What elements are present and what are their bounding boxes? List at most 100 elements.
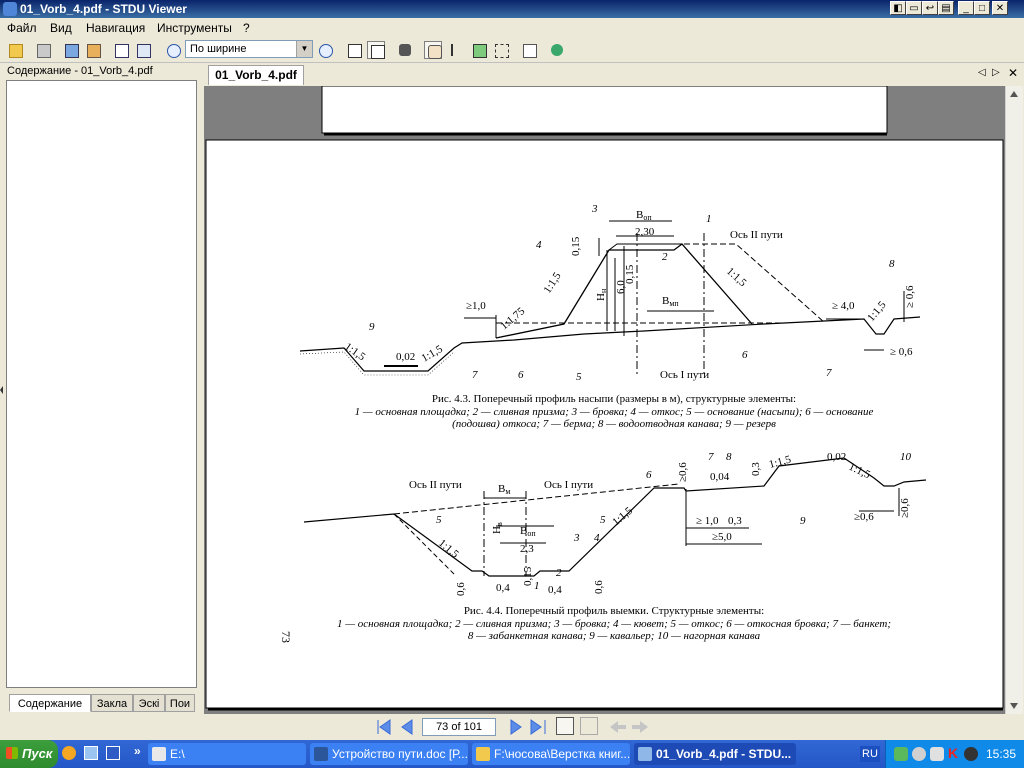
label-num-5: 5 [576,371,582,383]
task-word-document[interactable]: Устройство пути.doc [Р... [310,743,468,765]
two-page-view-button[interactable] [580,717,598,735]
left-panel-header: Содержание - 01_Vorb_4.pdf [7,65,153,77]
note-icon[interactable]: ▤ [938,1,954,15]
label-cut-06a: 0,6 [455,582,467,596]
maximize-button[interactable]: □ [974,1,990,15]
tab-prev-icon[interactable]: ◁ [978,67,986,78]
start-button[interactable]: Пуск [0,740,58,768]
label-axis1: Ось I пути [660,369,709,381]
menu-tools[interactable]: Инструменты [157,21,232,35]
label-slope-002: 0,02 [396,351,415,363]
tab-close-icon[interactable]: ✕ [1008,66,1018,80]
label-num-9: 9 [369,321,375,333]
vertical-scrollbar[interactable] [1005,86,1023,714]
desktop-quicklaunch-icon[interactable] [84,746,98,760]
web-update-icon[interactable] [548,41,566,59]
open-folder-icon[interactable] [6,41,24,59]
zoom-select[interactable]: По ширине ▼ [185,40,313,58]
label-cut-num-1: 1 [534,580,540,592]
minimize-button[interactable]: _ [958,1,974,15]
task-label: F:\носова\Верстка книг... [494,747,630,761]
find-binoculars-icon[interactable] [396,41,414,59]
tab-contents[interactable]: Содержание [9,694,91,712]
export-text-icon[interactable] [84,41,102,59]
print-icon[interactable] [34,41,52,59]
app-tray-icon[interactable] [964,747,978,761]
view-mode-icon[interactable]: ◧ [890,1,906,15]
toolbar: По ширине ▼ [0,38,1024,63]
task-label: Устройство пути.doc [Р... [332,747,468,761]
label-num-7a: 7 [472,369,478,381]
continuous-page-icon[interactable] [367,41,385,59]
task-stdu-viewer[interactable]: 01_Vorb_4.pdf - STDU... [634,743,796,765]
page-number-input[interactable]: 73 of 101 [422,718,496,736]
quicklaunch-expand-icon[interactable]: » [134,744,141,758]
label-cut-ge06-top: ≥0,6 [677,462,689,482]
zoom-in-icon[interactable] [316,41,334,59]
task-label: 01_Vorb_4.pdf - STDU... [656,747,792,761]
label-num-6a: 6 [518,369,524,381]
tab-thumbnails[interactable]: Эскі [133,694,165,712]
task-explorer-folder[interactable]: F:\носова\Верстка книг... [472,743,630,765]
document-tab[interactable]: 01_Vorb_4.pdf [208,65,304,85]
contents-tree[interactable] [6,80,197,688]
single-page-icon[interactable] [345,41,363,59]
copy-icon[interactable] [520,41,538,59]
label-num-8: 8 [889,258,895,270]
restore-arrow-icon[interactable]: ↩ [922,1,938,15]
single-page-view-button[interactable] [556,717,574,735]
label-cut-num-4: 4 [594,532,600,544]
tab-bookmarks[interactable]: Закла [91,694,133,712]
label-ge10: ≥1,0 [466,300,486,312]
image-select-icon[interactable] [470,41,488,59]
label-ge40: ≥ 4,0 [832,300,855,312]
window-title: 01_Vorb_4.pdf - STDU Viewer [20,2,187,16]
network-tray-icon[interactable] [894,747,908,761]
app-icon [3,2,17,16]
menu-file[interactable]: Файл [7,21,37,35]
label-cut-04b: 0,4 [548,584,562,596]
volume-tray-icon[interactable] [912,747,926,761]
settings-tray-icon[interactable] [930,747,944,761]
document-view[interactable]: Bоп 2,30 Ось II пути Ось I пути 0,15 0,1… [204,86,1005,714]
label-cut-06b: 0,6 [593,580,605,594]
panel-splitter[interactable] [0,380,4,400]
label-cut-num-7: 7 [708,451,714,463]
close-button[interactable]: ✕ [992,1,1008,15]
history-back-forward-icons[interactable] [608,718,652,736]
language-indicator[interactable]: RU [860,746,880,762]
task-explorer-e[interactable]: E:\ [148,743,306,765]
previous-page [321,86,888,134]
menu-view[interactable]: Вид [50,21,72,35]
browser-quicklaunch-icon[interactable] [62,746,76,760]
label-cut-num-3: 3 [573,532,580,544]
tab-next-icon[interactable]: ▷ [992,67,1000,78]
zoom-area-icon[interactable] [492,41,510,59]
menu-navigation[interactable]: Навигация [86,21,145,35]
caption-fig-4-4-title: Рис. 4.4. Поперечный профиль выемки. Стр… [464,605,764,617]
caption-fig-4-3-line2: 1 — основная площадка; 2 — сливная призм… [355,406,874,418]
chevron-down-icon[interactable]: ▼ [296,41,312,57]
tab-search[interactable]: Пои [165,694,195,712]
label-cut-num-5b: 5 [600,514,606,526]
save-quicklaunch-icon[interactable] [106,746,120,760]
menu-help[interactable]: ? [243,21,250,35]
zoom-out-icon[interactable] [164,41,182,59]
antivirus-tray-icon[interactable]: K [948,745,958,761]
label-num-6b: 6 [742,349,748,361]
export-image-icon[interactable] [62,41,80,59]
copy-page-icon[interactable] [112,41,130,59]
paste-icon[interactable] [134,41,152,59]
text-select-icon[interactable] [448,41,466,59]
label-cut-015: 0,15 [522,566,534,586]
next-last-page-icons[interactable] [505,718,549,736]
document-tab-bar: 01_Vorb_4.pdf ◁ ▷ ✕ [204,63,1024,85]
fit-icon[interactable]: ▭ [906,1,922,15]
splitter-arrow-icon [0,386,3,394]
label-cut-ge06-vertical: ≥0,6 [899,498,911,518]
label-cut-num-5a: 5 [436,514,442,526]
hand-tool-icon[interactable] [424,41,442,59]
first-prev-page-icons[interactable] [374,718,418,736]
caption-fig-4-3-title: Рис. 4.3. Поперечный профиль насыпи (раз… [432,393,796,405]
label-num-4: 4 [536,239,542,251]
